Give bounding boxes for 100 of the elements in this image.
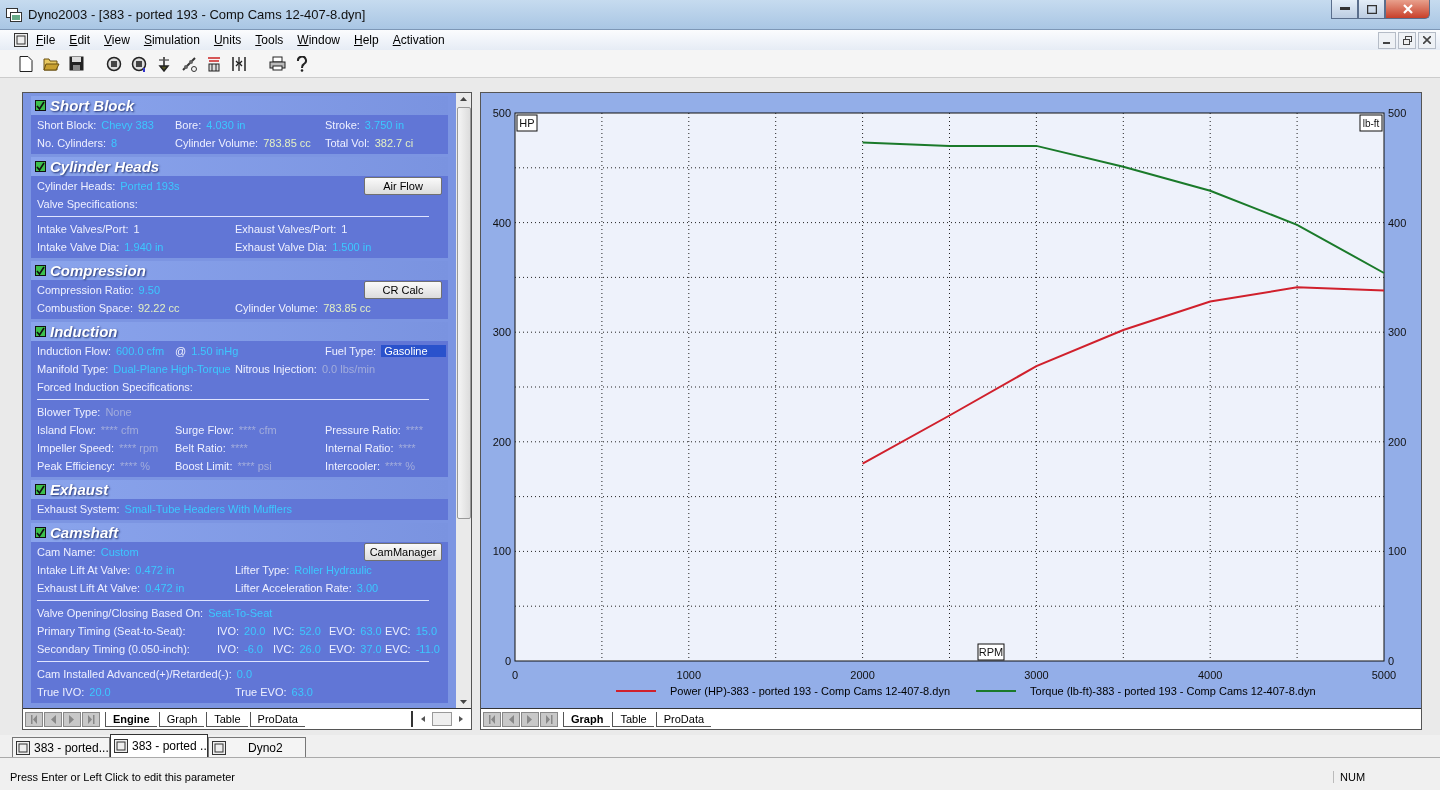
menu-item[interactable]: Edit bbox=[69, 33, 91, 47]
field-value[interactable]: Custom bbox=[100, 546, 139, 558]
field-value[interactable]: -11.0 bbox=[415, 643, 440, 655]
sheet-tab[interactable]: Table bbox=[206, 711, 248, 727]
checkbox[interactable] bbox=[35, 161, 46, 172]
field-value[interactable]: 1.50 inHg bbox=[191, 345, 239, 357]
sheet-tab[interactable]: ProData bbox=[655, 711, 712, 727]
field-label: IVC: bbox=[273, 643, 295, 655]
field-label: Fuel Type: bbox=[325, 345, 377, 357]
field-value[interactable]: 1.940 in bbox=[124, 241, 164, 253]
field-value[interactable]: 26.0 bbox=[299, 643, 321, 655]
status-message: Press Enter or Left Click to edit this parameter bbox=[10, 770, 235, 783]
document-tab[interactable]: 383 - ported ... bbox=[110, 734, 208, 757]
field-value[interactable]: 92.22 cc bbox=[138, 302, 180, 314]
sheet-tab[interactable]: ProData bbox=[249, 711, 305, 727]
axis-label: HP bbox=[516, 114, 538, 132]
menu-item[interactable]: Help bbox=[354, 33, 379, 47]
field-value[interactable]: 3.00 bbox=[356, 582, 379, 594]
field-value[interactable]: 783.85 cc bbox=[323, 302, 371, 314]
section-title: Exhaust bbox=[50, 481, 109, 498]
field-value[interactable]: 1 bbox=[341, 223, 348, 235]
field-value[interactable]: 0.472 in bbox=[145, 582, 185, 594]
print-icon[interactable] bbox=[267, 53, 287, 74]
field-label: Primary Timing (Seat-to-Seat): bbox=[37, 625, 187, 637]
menu-item[interactable]: Simulation bbox=[143, 33, 200, 47]
document-icon bbox=[114, 739, 128, 753]
axis-tick-label: 3000 bbox=[1024, 669, 1049, 679]
field-value[interactable]: 20.0 bbox=[89, 686, 111, 698]
field-value[interactable]: 783.85 cc bbox=[263, 137, 311, 149]
field-value[interactable]: Seat-To-Seat bbox=[208, 607, 273, 619]
document-tab[interactable]: Dyno2 bbox=[208, 737, 306, 757]
field-value[interactable]: 382.7 ci bbox=[374, 137, 414, 149]
menu-item[interactable]: Tools bbox=[255, 33, 284, 47]
menu-item[interactable]: View bbox=[104, 33, 130, 47]
field-value[interactable]: 8 bbox=[111, 137, 118, 149]
axis-label: lb-ft bbox=[1359, 114, 1383, 132]
field-value[interactable]: Ported 193s bbox=[120, 180, 180, 192]
scrollbar[interactable] bbox=[456, 93, 471, 708]
checkbox[interactable] bbox=[35, 527, 46, 538]
field-value[interactable]: 63.0 bbox=[291, 686, 313, 698]
minimize-button[interactable] bbox=[1331, 0, 1358, 19]
scroll-thumb[interactable] bbox=[456, 107, 471, 519]
axis-tick-label: 0 bbox=[1388, 655, 1395, 667]
field-value[interactable]: 1.500 in bbox=[332, 241, 372, 253]
field-value[interactable]: Dual-Plane High-Torque bbox=[113, 363, 231, 375]
sheet-tab[interactable]: Graph bbox=[158, 711, 205, 727]
field-value[interactable]: 15.0 bbox=[415, 625, 438, 637]
field-label: Combustion Space: bbox=[37, 302, 133, 314]
field-value[interactable]: 63.0 bbox=[360, 625, 382, 637]
checkbox[interactable] bbox=[35, 265, 46, 276]
axis-tick-label: 200 bbox=[492, 435, 511, 448]
field-value[interactable]: 0.472 in bbox=[135, 564, 175, 576]
field-value[interactable]: Roller Hydraulic bbox=[294, 564, 372, 576]
menu-item[interactable]: File bbox=[36, 33, 56, 47]
close-icon bbox=[1402, 4, 1413, 14]
field-value[interactable]: 9.50 bbox=[138, 284, 160, 296]
close-button[interactable] bbox=[1385, 0, 1430, 19]
field-value[interactable]: 52.0 bbox=[299, 625, 321, 637]
field-label: True IVO: bbox=[37, 686, 85, 698]
field-label: Internal Ratio: bbox=[325, 442, 394, 454]
checkbox[interactable] bbox=[35, 326, 46, 337]
menu-item[interactable]: Window bbox=[297, 33, 340, 47]
scroll-thumb[interactable] bbox=[432, 712, 452, 726]
document-tab[interactable]: 383 - ported... bbox=[12, 737, 110, 757]
action-button[interactable]: CR Calc bbox=[364, 281, 442, 299]
field-label: Manifold Type: bbox=[37, 363, 109, 375]
checkbox[interactable] bbox=[35, 484, 46, 495]
field-value[interactable]: 1 bbox=[133, 223, 140, 235]
field-value[interactable]: 20.0 bbox=[244, 625, 266, 637]
tab-navigation-icon[interactable] bbox=[25, 711, 101, 727]
field-value[interactable]: Gasoline bbox=[381, 345, 446, 357]
field-value[interactable]: 4.030 in bbox=[206, 119, 246, 131]
action-button[interactable]: Air Flow bbox=[364, 177, 442, 195]
field-value[interactable]: -6.0 bbox=[244, 643, 263, 655]
restore-button[interactable] bbox=[1398, 31, 1416, 49]
checkbox[interactable] bbox=[35, 100, 46, 111]
axis-tick-label: 100 bbox=[492, 545, 511, 558]
menu-item[interactable]: Activation bbox=[392, 33, 445, 47]
tab-navigation-icon[interactable] bbox=[483, 711, 559, 727]
field-value[interactable]: 600.0 cfm bbox=[116, 345, 165, 357]
subheading: Valve Specifications: bbox=[37, 198, 139, 210]
minimize-button[interactable] bbox=[1378, 31, 1396, 49]
action-button[interactable]: CamManager bbox=[364, 543, 442, 561]
maximize-button[interactable] bbox=[1358, 0, 1385, 19]
new-file-icon[interactable] bbox=[16, 53, 36, 74]
field-value[interactable]: 37.0 bbox=[360, 643, 382, 655]
field-value[interactable]: Chevy 383 bbox=[101, 119, 154, 131]
field-label: Exhaust Lift At Valve: bbox=[37, 582, 141, 594]
field-value[interactable]: 0.0 bbox=[236, 668, 253, 680]
menu-item[interactable]: Units bbox=[213, 33, 242, 47]
field-label: Compression Ratio: bbox=[37, 284, 134, 296]
field-label: Intake Valves/Port: bbox=[37, 223, 129, 235]
sheet-tab[interactable]: Table bbox=[612, 711, 654, 727]
field-value[interactable]: Small-Tube Headers With Mufflers bbox=[124, 503, 293, 515]
document-icon[interactable] bbox=[14, 33, 28, 47]
close-button[interactable] bbox=[1418, 31, 1436, 49]
field-label: Bore: bbox=[175, 119, 202, 131]
sheet-tab[interactable]: Graph bbox=[563, 711, 611, 727]
sheet-tab[interactable]: Engine bbox=[105, 711, 157, 727]
field-value[interactable]: 3.750 in bbox=[364, 119, 404, 131]
